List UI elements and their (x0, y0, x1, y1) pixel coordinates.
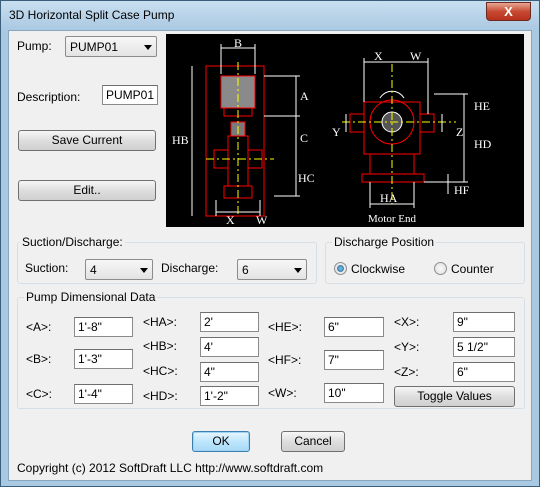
label-b: <B>: (26, 352, 52, 366)
dim-label-he: HE (474, 99, 490, 113)
discharge-position-title: Discharge Position (332, 235, 437, 249)
dialog-window: 3D Horizontal Split Case Pump X Pump: PU… (0, 0, 540, 487)
toggle-values-button[interactable]: Toggle Values (394, 386, 515, 407)
field-a[interactable]: 1'-8" (74, 317, 133, 337)
pump-foot-right (361, 173, 425, 183)
field-x[interactable]: 9" (453, 312, 515, 332)
field-b[interactable]: 1'-3" (74, 349, 133, 369)
label-a: <A>: (26, 320, 52, 334)
label-z: <Z>: (394, 365, 419, 379)
dim-label-hc: HC (298, 171, 315, 185)
copyright-text: Copyright (c) 2012 SoftDraft LLC http://… (17, 461, 324, 475)
label-hd: <HD>: (143, 389, 178, 403)
pump-dimension-diagram: B HB A C HC X W X W Y Z HE HD HF HA Moto… (166, 34, 524, 227)
radio-clockwise-label[interactable]: Clockwise (351, 262, 405, 276)
window-title: 3D Horizontal Split Case Pump (9, 8, 175, 22)
label-hf: <HF>: (268, 353, 302, 367)
dim-label-hd: HD (474, 137, 492, 151)
field-z[interactable]: 6" (453, 362, 515, 382)
chevron-down-icon (294, 268, 302, 273)
dim-label-c: C (300, 131, 308, 145)
title-bar[interactable]: 3D Horizontal Split Case Pump X (1, 1, 539, 29)
field-w[interactable]: 10" (324, 383, 384, 403)
field-y[interactable]: 5 1/2" (453, 337, 515, 357)
suction-label: Suction: (25, 261, 69, 275)
dim-label-a: A (300, 89, 309, 103)
dim-label-y: Y (332, 125, 341, 139)
suction-dropdown-value: 4 (90, 263, 97, 277)
edit-button[interactable]: Edit.. (18, 180, 156, 201)
discharge-dropdown[interactable]: 6 (237, 259, 307, 280)
dim-label-w-left: W (256, 213, 268, 227)
label-x: <X>: (394, 315, 420, 329)
dim-label-z: Z (456, 125, 463, 139)
radio-counter[interactable] (434, 262, 447, 275)
label-ha: <HA>: (143, 315, 178, 329)
label-y: <Y>: (394, 340, 420, 354)
field-he[interactable]: 6" (324, 317, 384, 337)
motor-end-label: Motor End (368, 213, 416, 225)
dimensional-data-title: Pump Dimensional Data (24, 290, 158, 304)
field-ha[interactable]: 2' (200, 312, 259, 332)
field-hf[interactable]: 7" (324, 350, 384, 370)
dim-label-x-right: X (374, 49, 383, 63)
pump-dropdown-value: PUMP01 (70, 40, 119, 54)
suction-flange-right (349, 113, 365, 133)
field-hc[interactable]: 4" (200, 362, 259, 382)
label-w: <W>: (268, 386, 297, 400)
dim-label-hf: HF (454, 183, 470, 197)
dialog-client-area: Pump: PUMP01 Description: PUMP01 Save Cu… (8, 30, 532, 481)
pump-label: Pump: (17, 39, 52, 53)
field-hd[interactable]: 1'-2" (200, 386, 259, 406)
field-c[interactable]: 1'-4" (74, 384, 133, 404)
dim-label-w-right: W (410, 49, 422, 63)
label-c: <C>: (26, 387, 53, 401)
discharge-dropdown-value: 6 (242, 263, 249, 277)
close-button[interactable]: X (486, 2, 531, 21)
suction-dropdown[interactable]: 4 (85, 259, 153, 280)
label-hc: <HC>: (143, 364, 178, 378)
radio-clockwise[interactable] (334, 262, 347, 275)
dim-label-ha: HA (380, 191, 398, 205)
label-he: <HE>: (268, 320, 303, 334)
radio-counter-label[interactable]: Counter (451, 262, 494, 276)
discharge-label: Discharge: (161, 261, 219, 275)
suction-discharge-title: Suction/Discharge: (20, 235, 125, 249)
dim-label-b: B (234, 36, 242, 50)
field-hb[interactable]: 4' (200, 337, 259, 357)
cancel-button[interactable]: Cancel (281, 431, 345, 452)
description-label: Description: (17, 90, 81, 104)
ok-button[interactable]: OK (192, 431, 250, 452)
dim-label-hb: HB (172, 133, 189, 147)
dim-label-x-left: X (226, 213, 235, 227)
chevron-down-icon (140, 268, 148, 273)
description-field[interactable]: PUMP01 (102, 85, 158, 105)
pump-dropdown[interactable]: PUMP01 (65, 36, 157, 57)
chevron-down-icon (144, 45, 152, 50)
label-hb: <HB>: (143, 339, 178, 353)
save-current-button[interactable]: Save Current (18, 130, 156, 151)
discharge-flange-right (419, 113, 435, 133)
